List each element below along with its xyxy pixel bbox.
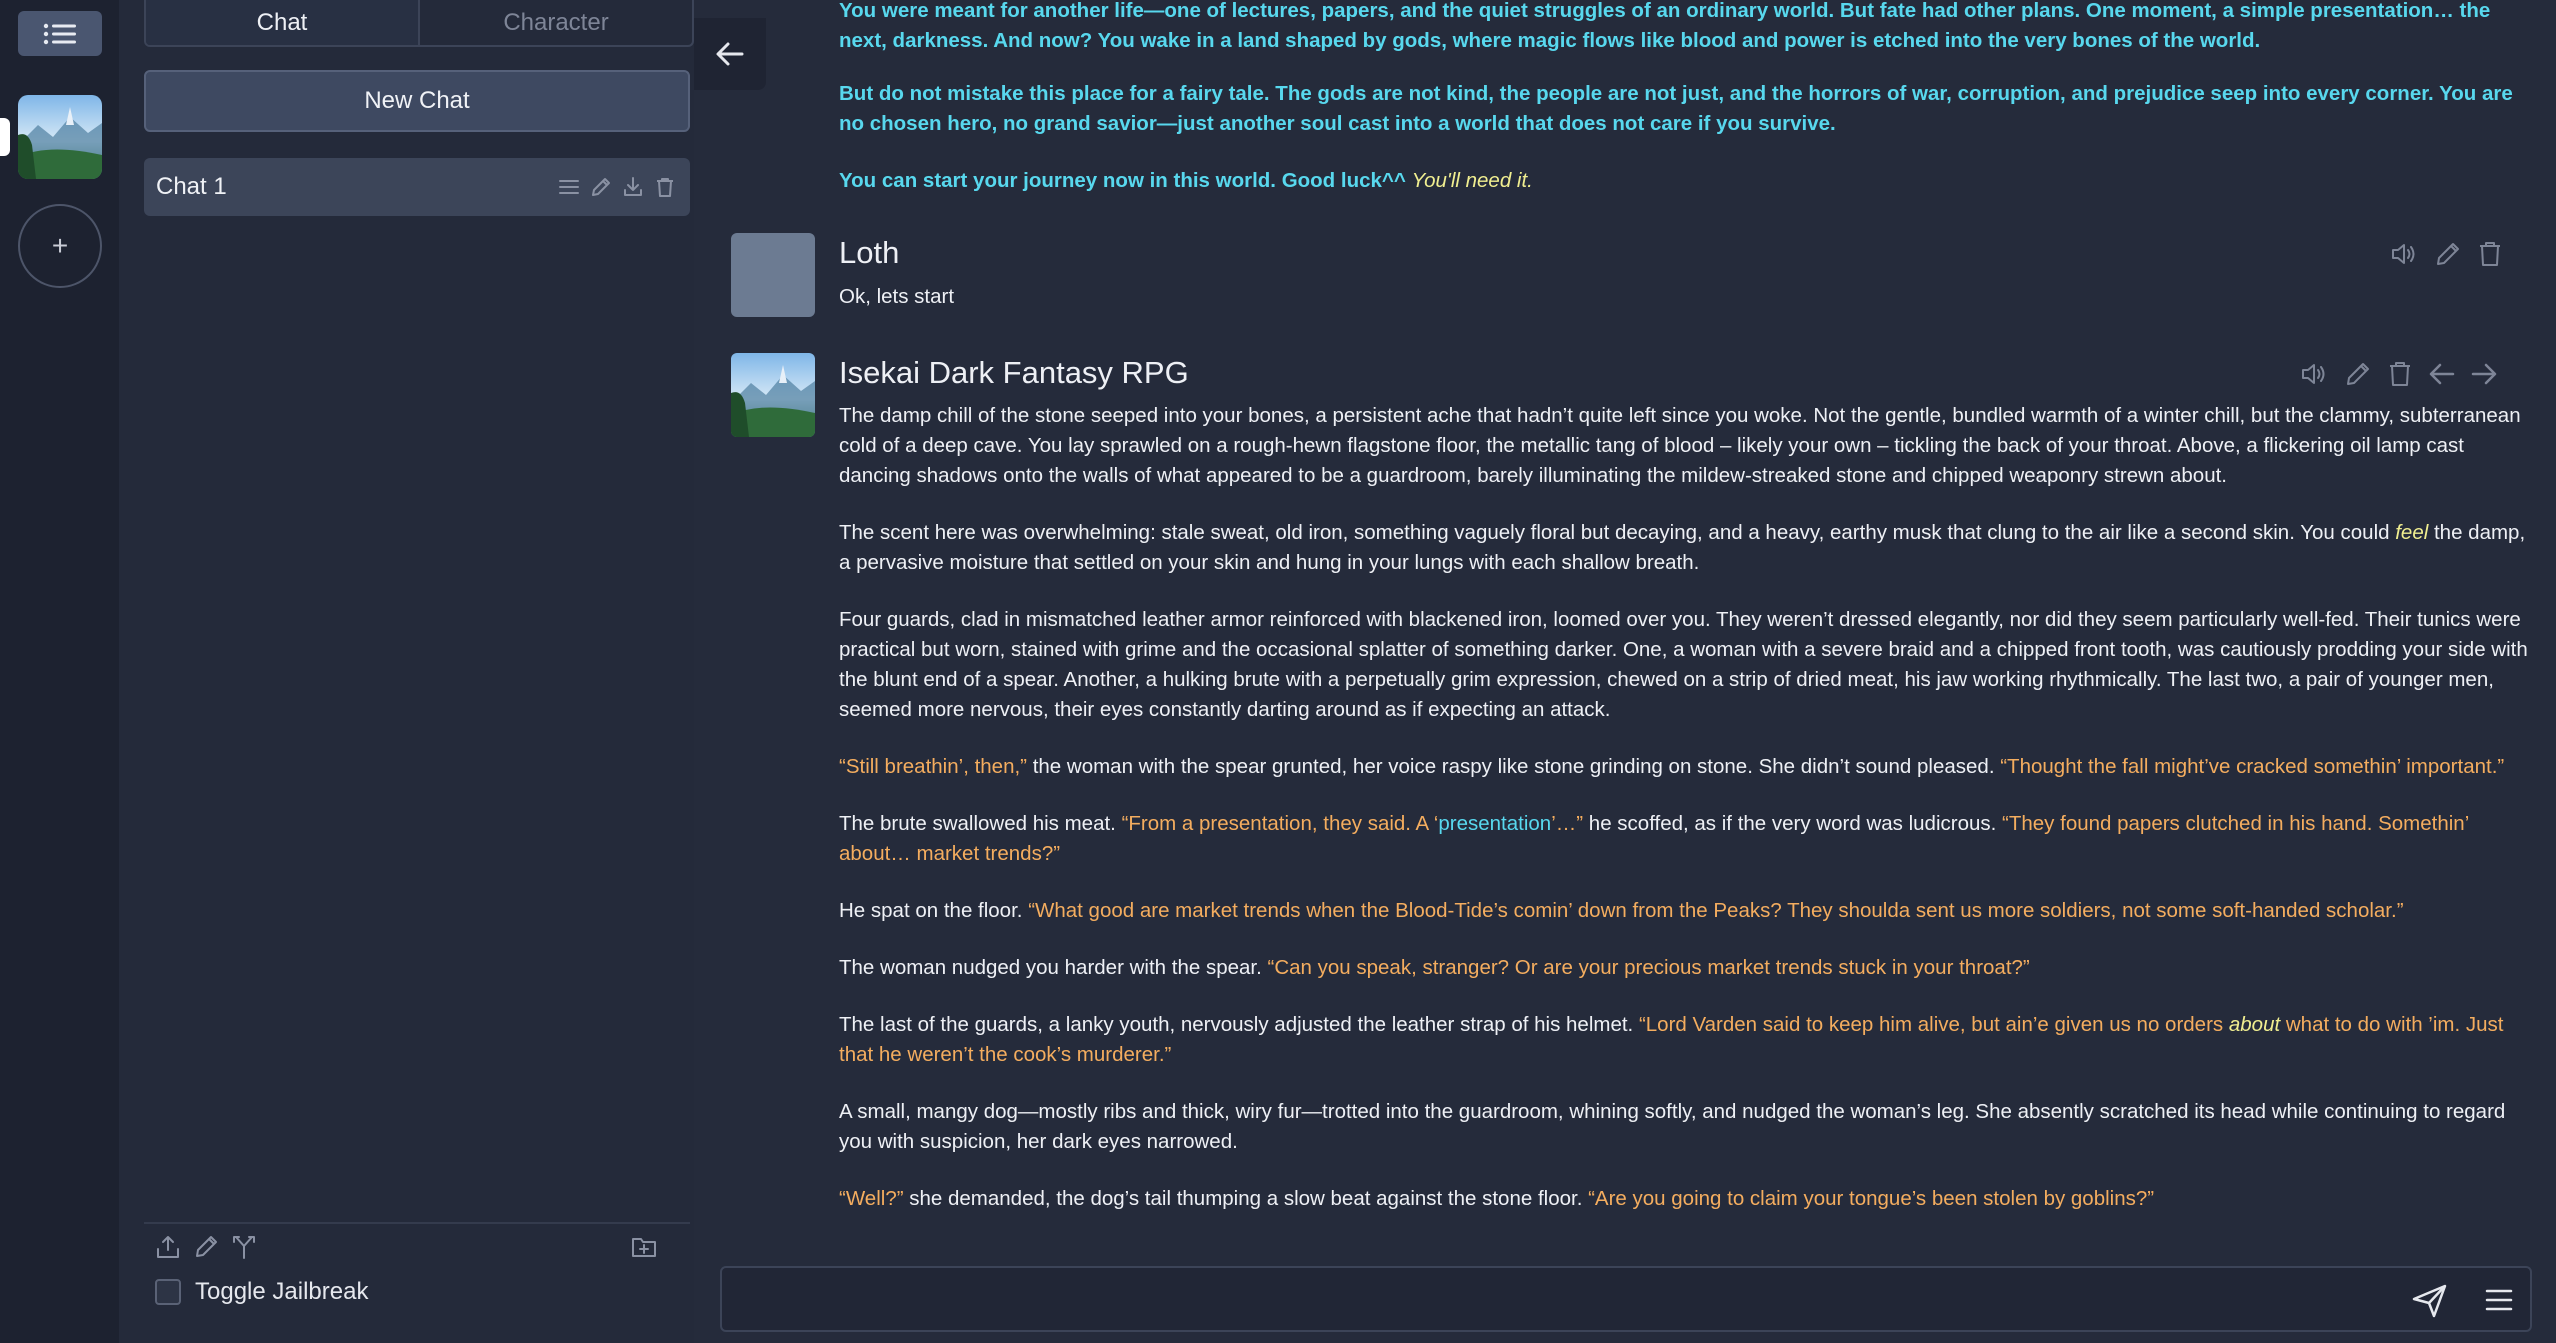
- chat-item-label: Chat 1: [156, 173, 227, 200]
- folder-plus-icon[interactable]: [631, 1234, 657, 1260]
- tab-character[interactable]: Character: [418, 0, 692, 45]
- dialogue-text: presentation: [1438, 812, 1552, 835]
- plus-icon: +: [51, 230, 69, 261]
- send-icon[interactable]: [2412, 1284, 2448, 1318]
- user-avatar: [731, 233, 815, 317]
- message-actions: [2390, 240, 2504, 268]
- fantasy-landscape-icon: [18, 95, 102, 179]
- list-icon: [43, 23, 77, 45]
- download-icon[interactable]: [622, 176, 644, 198]
- checkbox[interactable]: [155, 1279, 181, 1305]
- chat-list-item[interactable]: Chat 1: [144, 158, 690, 216]
- intro-text: You can start your journey now in this w…: [839, 169, 1412, 192]
- message-paragraph: The scent here was overwhelming: stale s…: [839, 518, 2529, 578]
- message-paragraph: A small, mangy dog—mostly ribs and thick…: [839, 1097, 2529, 1157]
- message-input[interactable]: [720, 1266, 2532, 1332]
- message-paragraph: Four guards, clad in mismatched leather …: [839, 605, 2529, 725]
- dialogue-text: “What good are market trends when the Bl…: [1028, 899, 2404, 922]
- dialogue-text: “Are you going to claim your tongue’s be…: [1588, 1187, 2155, 1210]
- message-paragraph: The woman nudged you harder with the spe…: [839, 953, 2529, 983]
- message-paragraph: The brute swallowed his meat. “From a pr…: [839, 809, 2529, 869]
- new-chat-button[interactable]: New Chat: [144, 70, 690, 132]
- emphasis-text: about: [2228, 1013, 2281, 1036]
- pencil-icon[interactable]: [193, 1234, 219, 1260]
- narration-text: The scent here was overwhelming: stale s…: [839, 521, 2396, 544]
- toggle-jailbreak-checkbox[interactable]: Toggle Jailbreak: [155, 1278, 368, 1306]
- chat-list-panel: Chat Character New Chat Chat 1 Toggle Ja…: [119, 0, 694, 1343]
- narration-text: A small, mangy dog—mostly ribs and thick…: [839, 1100, 2506, 1153]
- chat-main: You were meant for another life—one of l…: [694, 0, 2556, 1343]
- arrow-right-icon[interactable]: [2470, 361, 2498, 387]
- narration-text: He spat on the floor.: [839, 899, 1029, 922]
- speaker-icon[interactable]: [2390, 241, 2420, 267]
- active-character-indicator: [0, 118, 10, 156]
- message-paragraph: The last of the guards, a lanky youth, n…: [839, 1010, 2529, 1070]
- menu-icon[interactable]: [558, 176, 580, 198]
- pencil-icon[interactable]: [2344, 360, 2372, 388]
- intro-paragraph: You can start your journey now in this w…: [839, 166, 2519, 196]
- narration-text: The last of the guards, a lanky youth, n…: [839, 1013, 1639, 1036]
- message-author: Isekai Dark Fantasy RPG: [839, 355, 1189, 390]
- panel-tabs: Chat Character: [144, 0, 694, 47]
- narration-text: The brute swallowed his meat.: [839, 812, 1122, 835]
- narration-text: he scoffed, as if the very word was ludi…: [1583, 812, 2003, 835]
- arrow-left-icon: [715, 41, 745, 67]
- message-text: Ok, lets start: [839, 285, 955, 308]
- message-author: Loth: [839, 235, 900, 270]
- toggle-jailbreak-label: Toggle Jailbreak: [195, 1278, 369, 1305]
- hamburger-icon[interactable]: [2485, 1288, 2513, 1312]
- intro-paragraph: But do not mistake this place for a fair…: [839, 82, 2513, 135]
- trash-icon[interactable]: [2476, 240, 2504, 268]
- character-message-avatar: [731, 353, 815, 437]
- message-paragraph: He spat on the floor. “What good are mar…: [839, 896, 2529, 926]
- message-paragraph: “Well?” she demanded, the dog’s tail thu…: [839, 1184, 2529, 1214]
- upload-icon[interactable]: [155, 1234, 181, 1260]
- message-actions: [2300, 360, 2498, 388]
- panel-footer-divider: [144, 1222, 690, 1224]
- dialogue-text: “Thought the fall might’ve cracked somet…: [2000, 755, 2505, 778]
- emphasis-text: feel: [2395, 521, 2429, 544]
- dialogue-text: ’…”: [1551, 812, 1584, 835]
- dialogue-text: “From a presentation, they said. A ‘: [1121, 812, 1439, 835]
- message-paragraph: The damp chill of the stone seeped into …: [839, 401, 2529, 491]
- speaker-icon[interactable]: [2300, 361, 2330, 387]
- message-body: The damp chill of the stone seeped into …: [839, 401, 2529, 1241]
- dialogue-text: “Still breathin’, then,”: [839, 755, 1028, 778]
- trash-icon[interactable]: [654, 176, 676, 198]
- arrow-left-icon[interactable]: [2428, 361, 2456, 387]
- tab-chat[interactable]: Chat: [146, 0, 418, 45]
- intro-italic-text: You'll need it.: [1411, 169, 1533, 192]
- fantasy-landscape-icon: [731, 353, 815, 437]
- narration-text: the woman with the spear grunted, her vo…: [1027, 755, 2001, 778]
- message-paragraph: “Still breathin’, then,” the woman with …: [839, 752, 2529, 782]
- pencil-icon[interactable]: [2434, 240, 2462, 268]
- sidebar-menu-button[interactable]: [18, 11, 102, 56]
- sidebar-rail: +: [0, 0, 121, 1343]
- narration-text: The woman nudged you harder with the spe…: [839, 956, 1268, 979]
- back-button[interactable]: [694, 18, 766, 90]
- panel-footer-actions: [155, 1234, 257, 1260]
- branch-icon[interactable]: [231, 1234, 257, 1260]
- narration-text: The damp chill of the stone seeped into …: [839, 404, 2521, 487]
- narration-text: she demanded, the dog’s tail thumping a …: [903, 1187, 1589, 1210]
- narration-text: Four guards, clad in mismatched leather …: [839, 608, 2528, 721]
- dialogue-text: “Lord Varden said to keep him alive, but…: [1638, 1013, 2229, 1036]
- dialogue-text: “Well?”: [839, 1187, 904, 1210]
- pencil-icon[interactable]: [590, 176, 612, 198]
- trash-icon[interactable]: [2386, 360, 2414, 388]
- intro-paragraph: You were meant for another life—one of l…: [839, 0, 2491, 52]
- add-character-button[interactable]: +: [18, 204, 102, 288]
- character-avatar[interactable]: [18, 95, 102, 179]
- dialogue-text: “Can you speak, stranger? Or are your pr…: [1267, 956, 2030, 979]
